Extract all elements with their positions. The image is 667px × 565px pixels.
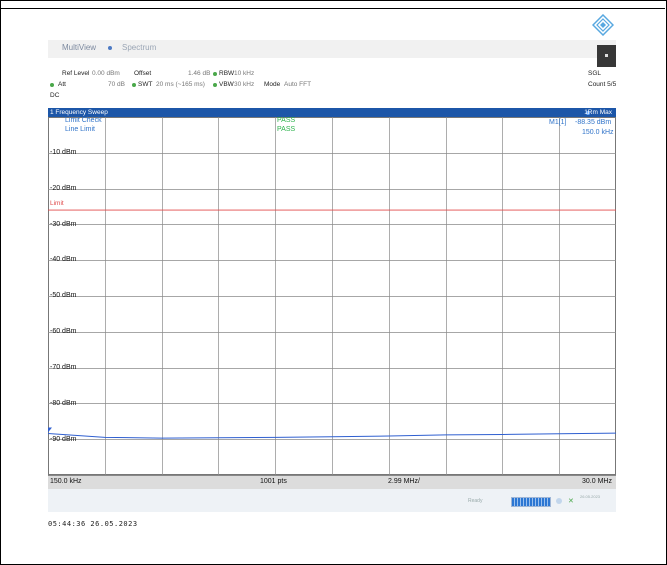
- status-indicator-icon: [556, 498, 562, 504]
- status-bar: Ready ✕ 26.05.2023: [48, 489, 616, 512]
- limit-check-label: Limit Check: [65, 117, 102, 124]
- stop-frequency: 30.0 MHz: [582, 478, 612, 485]
- spectrum-plot-svg: [48, 117, 616, 475]
- y-tick-label: -60 dBm: [50, 328, 77, 335]
- tab-multiview[interactable]: MultiView: [62, 43, 96, 52]
- y-tick-label: -70 dBm: [50, 364, 77, 371]
- rbw-value: 10 kHz: [234, 70, 255, 77]
- status-date: 26.05.2023: [580, 494, 601, 499]
- sweep-count: Count 5/5: [588, 81, 617, 88]
- swt-bullet-icon: [132, 83, 136, 87]
- coupling-label: DC: [50, 92, 60, 99]
- limit-check-result: PASS: [277, 117, 296, 124]
- vbw-label: VBW: [219, 81, 234, 88]
- window-title-bar: 1 Frequency Sweep 1Rm Max: [48, 108, 616, 117]
- frequency-footer: 150.0 kHz 1001 pts 2.99 MHz/ 30.0 MHz: [48, 475, 616, 489]
- tab-indicator-dot: [108, 46, 112, 50]
- capture-timestamp: 05:44:36 26.05.2023: [48, 520, 138, 528]
- marker-m1-icon: [48, 427, 52, 433]
- att-bullet-icon: [50, 83, 54, 87]
- menu-button[interactable]: [597, 45, 616, 67]
- offset-label: Offset: [134, 70, 152, 77]
- mode-label: Mode: [264, 81, 281, 88]
- ref-level-value: 0.00 dBm: [92, 70, 120, 77]
- y-tick-label: -50 dBm: [50, 292, 77, 299]
- line-limit-label: Line Limit: [65, 126, 95, 133]
- limit-line-label: Limit: [50, 200, 64, 207]
- transducer-icon: ✕: [568, 498, 574, 505]
- spectrum-analyzer-screen: MultiView Spectrum Ref Level 0.00 dBm Of…: [48, 40, 616, 512]
- tab-spectrum[interactable]: Spectrum: [122, 43, 156, 52]
- mode-value: Auto FFT: [284, 81, 312, 88]
- plot-border: [48, 117, 616, 475]
- att-value: 70 dB: [108, 81, 125, 88]
- marker-level: -88.35 dBm: [575, 119, 612, 126]
- rbw-bullet-icon: [213, 72, 217, 76]
- rbw-label: RBW: [219, 70, 235, 77]
- status-ready: Ready: [468, 498, 483, 504]
- swt-value: 20 ms (~165 ms): [156, 81, 205, 88]
- line-limit-result: PASS: [277, 126, 296, 133]
- tab-bar: MultiView Spectrum: [48, 40, 616, 58]
- sweep-progress-bar: [511, 497, 551, 507]
- y-tick-label: -10 dBm: [50, 149, 77, 156]
- top-border-bar: [0, 0, 665, 9]
- y-tick-label: -80 dBm: [50, 400, 77, 407]
- ref-level-label: Ref Level: [62, 70, 90, 77]
- sgl-indicator: SGL: [588, 70, 602, 77]
- y-tick-label: -90 dBm: [50, 436, 77, 443]
- y-tick-label: -40 dBm: [50, 256, 77, 263]
- marker-frequency: 150.0 kHz: [582, 129, 614, 136]
- vbw-bullet-icon: [213, 83, 217, 87]
- offset-value: 1.46 dB: [188, 70, 211, 77]
- sweep-progress-fill: [512, 498, 550, 506]
- vbw-value: 30 kHz: [234, 81, 255, 88]
- menu-dot-icon: [605, 54, 608, 57]
- window-title: 1 Frequency Sweep: [50, 109, 108, 116]
- start-frequency: 150.0 kHz: [50, 478, 82, 485]
- rohde-schwarz-logo-icon: [592, 14, 614, 36]
- sweep-points: 1001 pts: [260, 478, 287, 485]
- y-tick-label: -20 dBm: [50, 185, 77, 192]
- y-tick-label: -30 dBm: [50, 221, 77, 228]
- swt-label: SWT: [138, 81, 153, 88]
- trace-line: [48, 432, 616, 439]
- frequency-step: 2.99 MHz/: [388, 478, 420, 485]
- marker-name: M1[1]: [549, 119, 567, 126]
- spectrum-plot[interactable]: Limit Check Line Limit PASS PASS M1[1] -…: [48, 117, 616, 475]
- att-label: Att: [58, 81, 66, 88]
- trace-label: 1Rm Max: [584, 109, 612, 116]
